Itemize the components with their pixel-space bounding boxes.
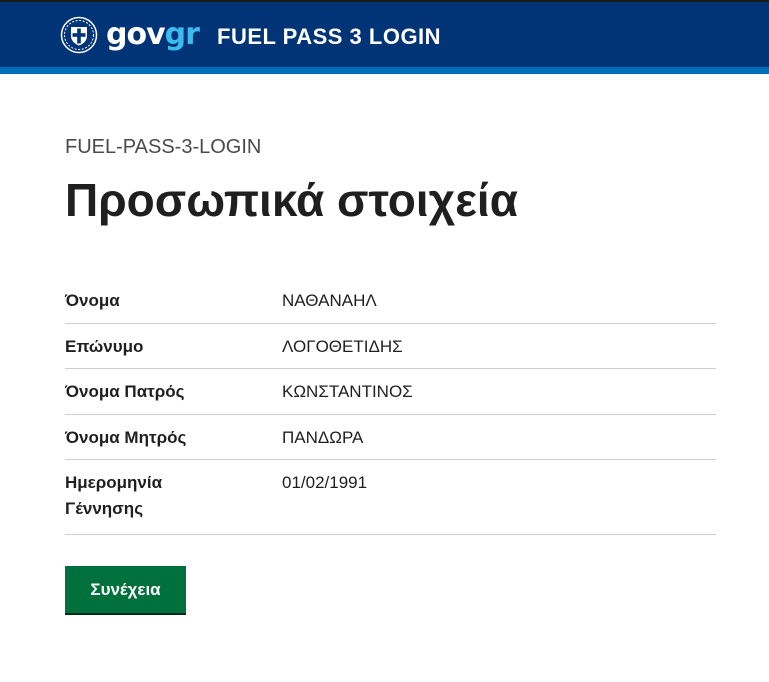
page-title: Προσωπικά στοιχεία <box>65 174 518 226</box>
personal-details-list: Όνομα ΝΑΘΑΝΑΗΛ Επώνυμο ΛΟΓΟΘΕΤΙΔΗΣ Όνομα… <box>65 278 716 535</box>
row-value: ΠΑΝΔΩΡΑ <box>282 427 364 447</box>
continue-button[interactable]: Συνέχεια <box>65 566 186 615</box>
site-header: govgr FUEL PASS 3 LOGIN <box>0 0 769 67</box>
logo-gov: gov <box>106 17 166 52</box>
row-value: ΝΑΘΑΝΑΗΛ <box>282 291 377 310</box>
row-label: Όνομα Μητρός <box>65 427 187 447</box>
details-row-father-name: Όνομα Πατρός ΚΩΝΣΤΑΝΤΙΝΟΣ <box>65 369 716 415</box>
row-label: Ημερομηνία Γέννησης <box>65 473 163 518</box>
header-stripe <box>0 67 769 74</box>
row-value: 01/02/1991 <box>282 473 368 492</box>
row-label: Όνομα Πατρός <box>65 382 185 401</box>
details-row-last-name: Επώνυμο ΛΟΓΟΘΕΤΙΔΗΣ <box>65 324 716 369</box>
govgr-logo[interactable]: govgr <box>60 16 200 54</box>
row-value: ΛΟΓΟΘΕΤΙΔΗΣ <box>282 336 403 356</box>
page-caption: FUEL-PASS-3-LOGIN <box>65 136 262 158</box>
app-title[interactable]: FUEL PASS 3 LOGIN <box>217 23 441 51</box>
greek-coat-of-arms-icon <box>60 16 98 54</box>
logo-gr: gr <box>164 17 200 52</box>
row-value: ΚΩΝΣΤΑΝΤΙΝΟΣ <box>282 382 413 401</box>
details-row-mother-name: Όνομα Μητρός ΠΑΝΔΩΡΑ <box>65 415 716 460</box>
details-row-birth-date: Ημερομηνία Γέννησης 01/02/1991 <box>65 460 716 535</box>
row-label: Όνομα <box>65 291 120 310</box>
row-label: Επώνυμο <box>65 336 144 356</box>
details-row-first-name: Όνομα ΝΑΘΑΝΑΗΛ <box>65 278 716 324</box>
logo-wordmark: govgr <box>106 16 200 54</box>
